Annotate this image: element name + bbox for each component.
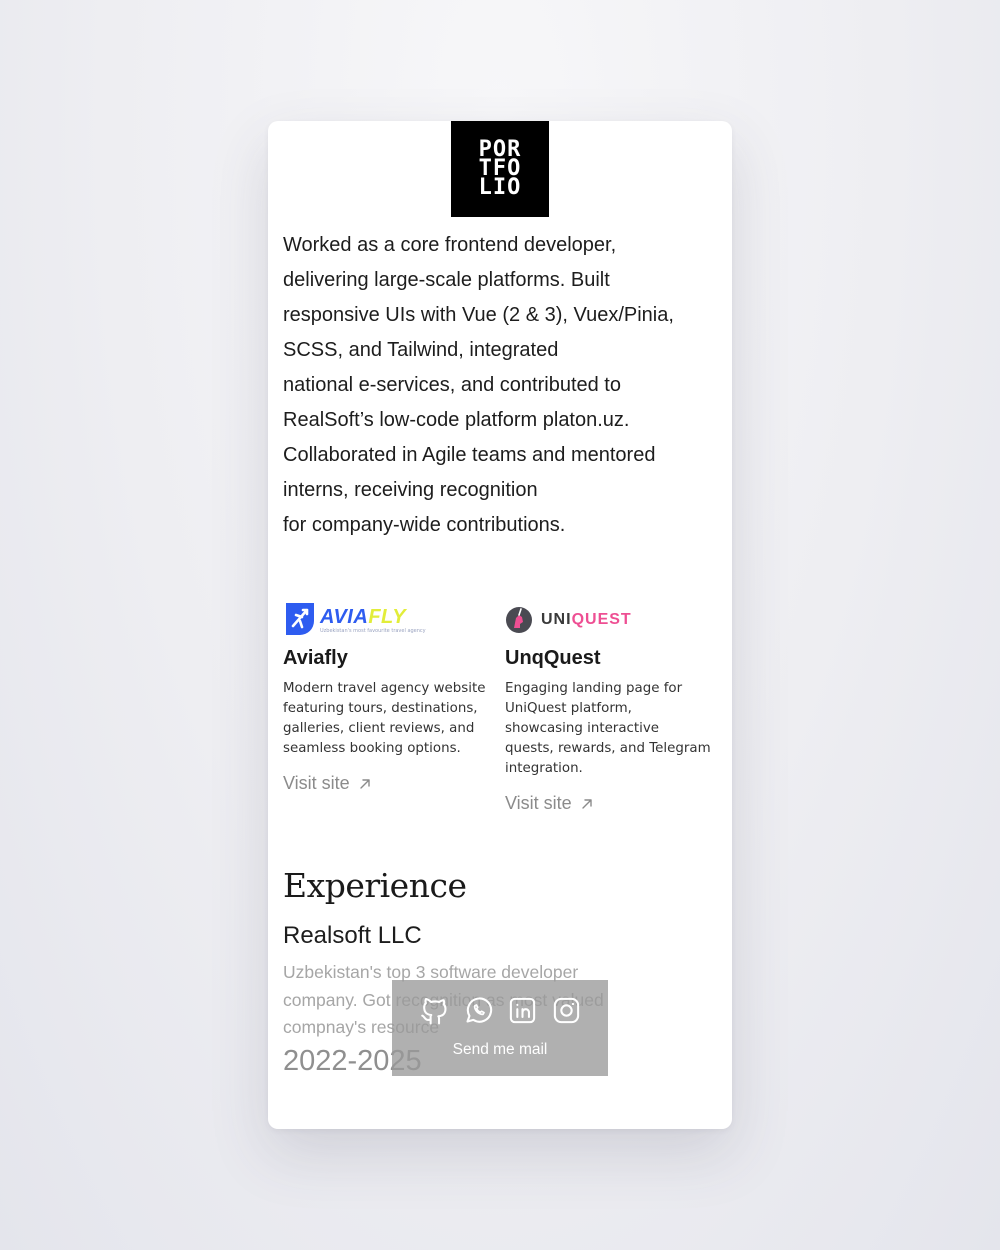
description-line: quests, rewards, and Telegram (505, 741, 711, 756)
social-links (392, 995, 608, 1026)
description-line: featuring tours, destinations, (283, 701, 478, 716)
project-description: Engaging landing page for UniQuest platf… (505, 679, 720, 779)
visit-site-label: Visit site (505, 793, 572, 813)
project-title: UnqQuest (505, 647, 601, 669)
portfolio-card: POR TFO LIO Worked as a core frontend de… (268, 121, 732, 1129)
project-card-uniquest: UNIQUEST UnqQuest Engaging landing page … (505, 601, 720, 814)
send-mail-button[interactable]: Send me mail (392, 1041, 608, 1059)
description-line: galleries, client reviews, and (283, 721, 475, 736)
uniquest-logo: UNIQUEST (505, 601, 720, 639)
intro-line: SCSS, and Tailwind, integrated (283, 339, 559, 361)
portfolio-logo: POR TFO LIO (451, 121, 549, 217)
description-line: showcasing interactive (505, 721, 660, 736)
arrow-up-right-icon (582, 798, 592, 809)
visit-site-link-uniquest[interactable]: Visit site (505, 793, 594, 814)
intro-line: Collaborated in Agile teams and mentored (283, 444, 656, 466)
aviafly-word-a: AVIA (320, 605, 369, 628)
project-title: Aviafly (283, 647, 348, 669)
project-card-aviafly: AVIAFLY Uzbekistan's most favourite trav… (283, 601, 498, 794)
linkedin-icon[interactable] (507, 995, 538, 1026)
intro-line: national e-services, and contributed to (283, 374, 621, 396)
whatsapp-icon[interactable] (463, 995, 494, 1026)
logo-line: LIO (478, 175, 522, 200)
description-line: Modern travel agency website (283, 681, 486, 696)
intro-line: interns, receiving recognition (283, 479, 538, 501)
airplane-icon (286, 603, 314, 635)
project-description: Modern travel agency website featuring t… (283, 679, 498, 759)
company-name: Realsoft LLC (283, 922, 422, 949)
visit-site-link-aviafly[interactable]: Visit site (283, 773, 372, 794)
description-line: Engaging landing page for (505, 681, 683, 696)
intro-line: for company-wide contributions. (283, 514, 566, 536)
arrow-up-right-icon (360, 778, 370, 789)
intro-line: responsive UIs with Vue (2 & 3), Vuex/Pi… (283, 304, 674, 326)
contact-bar: Send me mail (392, 980, 608, 1076)
intro-paragraph: Worked as a core frontend developer, del… (283, 228, 723, 543)
intro-line: Worked as a core frontend developer, (283, 234, 617, 256)
aviafly-logo: AVIAFLY Uzbekistan's most favourite trav… (283, 601, 498, 639)
github-icon[interactable] (419, 995, 450, 1026)
description-line: integration. (505, 761, 583, 776)
uniquest-word-b: QUEST (571, 611, 632, 628)
unicorn-icon (506, 607, 532, 633)
visit-site-label: Visit site (283, 773, 350, 793)
intro-line: delivering large-scale platforms. Built (283, 269, 610, 291)
description-line: UniQuest platform, (505, 701, 632, 716)
aviafly-word-b: FLY (368, 605, 407, 628)
aviafly-tagline: Uzbekistan's most favourite travel agenc… (320, 627, 426, 634)
experience-heading: Experience (283, 866, 467, 905)
description-line: seamless booking options. (283, 741, 461, 756)
uniquest-word-a: UNI (541, 611, 572, 628)
instagram-icon[interactable] (551, 995, 582, 1026)
intro-line: RealSoft’s low-code platform platon.uz. (283, 409, 630, 431)
